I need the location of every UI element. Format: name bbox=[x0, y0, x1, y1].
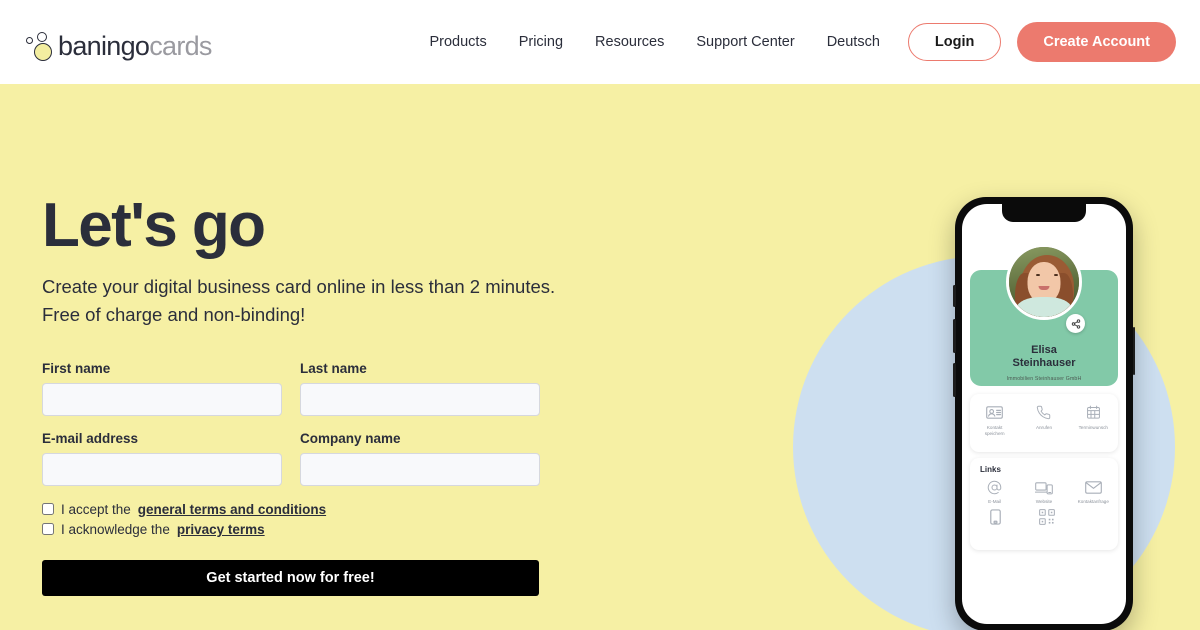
action-call-label: Anrufen bbox=[1035, 425, 1053, 430]
main-navigation: Products Pricing Resources Support Cente… bbox=[413, 22, 1176, 62]
consent-terms-prefix: I accept the bbox=[61, 501, 131, 517]
link-contact-request-label: Kontaktanfrage bbox=[1077, 499, 1109, 504]
envelope-icon bbox=[1071, 478, 1115, 497]
card-last-name: Steinhauser bbox=[1012, 356, 1076, 369]
login-button[interactable]: Login bbox=[907, 23, 1002, 61]
first-name-input[interactable] bbox=[42, 382, 282, 416]
privacy-checkbox[interactable] bbox=[42, 523, 54, 536]
page-title: Let's go bbox=[42, 191, 266, 260]
field-company: Company name bbox=[300, 431, 540, 486]
get-started-button[interactable]: Get started now for free! bbox=[42, 559, 539, 596]
card-first-name: Elisa bbox=[1031, 344, 1057, 356]
brand-wordmark: baningocards bbox=[58, 33, 212, 60]
consent-privacy-row[interactable]: I acknowledge the privacy terms bbox=[42, 522, 539, 537]
field-email: E-mail address bbox=[42, 431, 282, 486]
bubble-medium-icon bbox=[37, 32, 47, 42]
privacy-terms-link[interactable]: privacy terms bbox=[177, 522, 265, 537]
contact-card-icon bbox=[973, 402, 1017, 422]
nav-item-resources[interactable]: Resources bbox=[579, 34, 680, 50]
action-save-contact-label-2: speichern bbox=[984, 430, 1005, 436]
signup-form: First name Last name E-mail address Comp… bbox=[42, 361, 540, 596]
consent-terms-row[interactable]: I accept the general terms and condition… bbox=[42, 502, 539, 517]
action-save-contact[interactable]: Kontakt speichern bbox=[973, 402, 1017, 436]
nav-item-products[interactable]: Products bbox=[413, 34, 502, 50]
calendar-icon bbox=[1071, 402, 1115, 422]
hero-subtitle-line-1: Create your digital business card online… bbox=[42, 276, 556, 298]
card-actions-panel: Kontakt speichern Anrufen Terminwunsch bbox=[970, 394, 1118, 452]
link-website-label: Website bbox=[1035, 499, 1053, 504]
phone-notch bbox=[1002, 204, 1086, 222]
card-actions-row: Kontakt speichern Anrufen Terminwunsch bbox=[970, 394, 1118, 436]
email-input[interactable] bbox=[42, 452, 282, 486]
form-row-names: First name Last name bbox=[42, 361, 540, 416]
brand-name-bold: baningo bbox=[58, 31, 150, 61]
phone-power-button bbox=[1132, 327, 1135, 375]
phone-mute-switch bbox=[953, 285, 956, 307]
consent-group: I accept the general terms and condition… bbox=[42, 502, 539, 537]
links-row-2 bbox=[970, 504, 1118, 526]
hero-left-column: Let's go Create your digital business ca… bbox=[42, 194, 662, 596]
bubble-large-icon bbox=[34, 43, 52, 61]
label-first-name: First name bbox=[42, 360, 111, 376]
phone-volume-down-button bbox=[953, 363, 956, 397]
create-account-button[interactable]: Create Account bbox=[1017, 22, 1176, 62]
terms-checkbox[interactable] bbox=[42, 503, 54, 516]
bubble-small-icon bbox=[26, 37, 33, 44]
baningo-bubbles-icon bbox=[26, 28, 60, 62]
consent-privacy-prefix: I acknowledge the bbox=[61, 521, 170, 537]
phone-screen: Elisa Steinhauser Immobilien Steinhauser… bbox=[962, 204, 1126, 624]
link-email-label: E-Mail bbox=[988, 499, 1002, 504]
hero-section: Let's go Create your digital business ca… bbox=[0, 84, 1200, 630]
hero-subtitle-line-2: Free of charge and non-binding! bbox=[42, 303, 306, 325]
label-company-name: Company name bbox=[300, 430, 401, 446]
phone-mockup: Elisa Steinhauser Immobilien Steinhauser… bbox=[953, 197, 1135, 630]
card-contact-name: Elisa Steinhauser bbox=[962, 344, 1126, 370]
label-email: E-mail address bbox=[42, 430, 139, 446]
nav-item-support-center[interactable]: Support Center bbox=[680, 34, 810, 50]
form-row-email-company: E-mail address Company name bbox=[42, 431, 540, 486]
link-website[interactable]: Website bbox=[1022, 478, 1066, 504]
field-first-name: First name bbox=[42, 361, 282, 416]
link-email[interactable]: E-Mail bbox=[973, 478, 1017, 504]
action-appointment[interactable]: Terminwunsch bbox=[1071, 402, 1115, 436]
link-contact-request[interactable]: Kontaktanfrage bbox=[1071, 478, 1115, 504]
devices-icon bbox=[1022, 478, 1066, 497]
phone-icon bbox=[1022, 402, 1066, 422]
field-last-name: Last name bbox=[300, 361, 540, 416]
card-company-name: Immobilien Steinhauser GmbH bbox=[1006, 376, 1082, 382]
phone-frame: Elisa Steinhauser Immobilien Steinhauser… bbox=[953, 197, 1135, 630]
phone-volume-up-button bbox=[953, 319, 956, 353]
label-last-name: Last name bbox=[300, 360, 367, 376]
action-call[interactable]: Anrufen bbox=[1022, 402, 1066, 436]
avatar-shirt-icon bbox=[1017, 297, 1071, 317]
brand-logo[interactable]: baningocards bbox=[26, 22, 212, 62]
avatar bbox=[1006, 244, 1082, 320]
action-appointment-label: Terminwunsch bbox=[1078, 425, 1108, 430]
share-icon[interactable] bbox=[1066, 314, 1085, 333]
mobile-icon[interactable] bbox=[984, 507, 1006, 526]
links-section-title: Links bbox=[980, 465, 1001, 474]
qr-code-icon[interactable] bbox=[1036, 507, 1058, 526]
site-header: baningocards Products Pricing Resources … bbox=[0, 0, 1200, 84]
last-name-input[interactable] bbox=[300, 382, 540, 416]
brand-name-light: cards bbox=[149, 31, 212, 61]
links-row-1: E-Mail Website Kontaktanfrage bbox=[970, 476, 1118, 504]
nav-item-pricing[interactable]: Pricing bbox=[503, 34, 579, 50]
terms-and-conditions-link[interactable]: general terms and conditions bbox=[138, 502, 326, 517]
at-sign-icon bbox=[973, 478, 1017, 497]
hero-subtitle: Create your digital business card online… bbox=[42, 273, 662, 329]
company-name-input[interactable] bbox=[300, 452, 540, 486]
card-links-panel: Links E-Mail Website Kontaktanfrage bbox=[970, 458, 1118, 550]
nav-item-language-deutsch[interactable]: Deutsch bbox=[811, 34, 896, 50]
